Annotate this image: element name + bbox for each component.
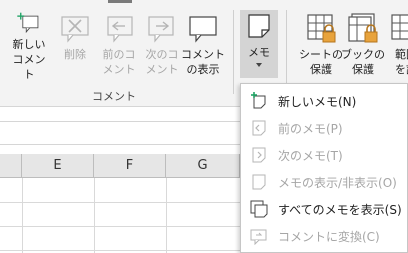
- menu-item-label: メモの表示/非表示(O): [278, 175, 397, 190]
- memo-label: メモ: [248, 46, 270, 59]
- previous-comment-button[interactable]: 前のコ メント: [98, 8, 140, 82]
- delete-comment-button[interactable]: 削除: [54, 8, 96, 82]
- menu-item-convert-to-comment[interactable]: コメントに変換(C): [241, 223, 408, 249]
- show-comments-button[interactable]: コメント の表示: [180, 8, 226, 82]
- menu-item-next-memo[interactable]: 次のメモ(T): [241, 142, 408, 168]
- previous-memo-icon: [252, 120, 266, 136]
- allow-edit-ranges-label: 範囲 を許: [395, 48, 408, 76]
- convert-to-comment-icon: [250, 229, 267, 245]
- tab-indicator: [108, 0, 132, 3]
- protect-workbook-label: ブックの 保護: [341, 48, 385, 76]
- menu-item-new-memo[interactable]: 新しいメモ(N): [241, 88, 408, 114]
- delete-comment-icon: [61, 16, 89, 43]
- memo-dropdown-menu: 新しいメモ(N) 前のメモ(P) 次のメモ(T) メモの表示/非表示(O) すべ…: [240, 83, 408, 253]
- column-header-g[interactable]: G: [166, 154, 240, 178]
- grid-column-line: [166, 178, 167, 253]
- protect-workbook-icon: [348, 13, 378, 43]
- grid-column-line: [22, 178, 23, 253]
- new-comment-button[interactable]: 新しい コメント: [8, 8, 50, 82]
- protect-sheet-button[interactable]: シートの 保護: [296, 8, 346, 82]
- comments-group-label: コメント: [92, 90, 136, 103]
- memo-icon: [248, 14, 270, 38]
- next-memo-icon: [252, 147, 266, 163]
- new-memo-icon: [251, 92, 266, 109]
- delete-comment-label: 削除: [64, 48, 86, 61]
- previous-comment-icon: [107, 16, 133, 43]
- show-comments-label: コメント の表示: [181, 48, 225, 76]
- previous-comment-label: 前のコ メント: [102, 48, 136, 76]
- column-header-blank: [0, 154, 22, 178]
- show-comments-icon: [189, 16, 217, 43]
- menu-item-label: 新しいメモ(N): [278, 94, 357, 109]
- memo-button[interactable]: メモ: [240, 10, 278, 78]
- protect-sheet-icon: [307, 14, 336, 43]
- show-all-memos-icon: [250, 200, 268, 218]
- grid-row-line: [0, 250, 240, 251]
- menu-item-label: 前のメモ(P): [278, 121, 343, 136]
- menu-item-label: コメントに変換(C): [278, 229, 380, 244]
- allow-edit-ranges-button[interactable]: 範囲 を許: [386, 8, 408, 82]
- toggle-memo-icon: [252, 174, 266, 190]
- column-header-f[interactable]: F: [94, 154, 166, 178]
- next-comment-icon: [148, 16, 174, 43]
- new-comment-label: 新しい コメント: [12, 38, 46, 81]
- menu-item-label: 次のメモ(T): [278, 148, 343, 163]
- chevron-down-icon: [256, 63, 262, 67]
- grid-row-line: [0, 226, 240, 227]
- protect-workbook-button[interactable]: ブックの 保護: [340, 8, 386, 82]
- next-comment-label: 次のコ メント: [145, 48, 179, 76]
- grid-column-line: [94, 178, 95, 253]
- menu-item-label: すべてのメモを表示(S): [278, 202, 402, 217]
- allow-edit-ranges-icon: [391, 14, 408, 40]
- menu-item-show-all-memos[interactable]: すべてのメモを表示(S): [241, 196, 408, 222]
- group-separator: [233, 10, 234, 94]
- group-separator: [286, 10, 287, 94]
- next-comment-button[interactable]: 次のコ メント: [141, 8, 183, 82]
- new-comment-icon: [17, 12, 39, 34]
- protect-sheet-label: シートの 保護: [299, 48, 343, 76]
- grid-row-line: [0, 202, 240, 203]
- menu-item-previous-memo[interactable]: 前のメモ(P): [241, 115, 408, 141]
- menu-item-toggle-memo[interactable]: メモの表示/非表示(O): [241, 169, 408, 195]
- column-header-e[interactable]: E: [22, 154, 94, 178]
